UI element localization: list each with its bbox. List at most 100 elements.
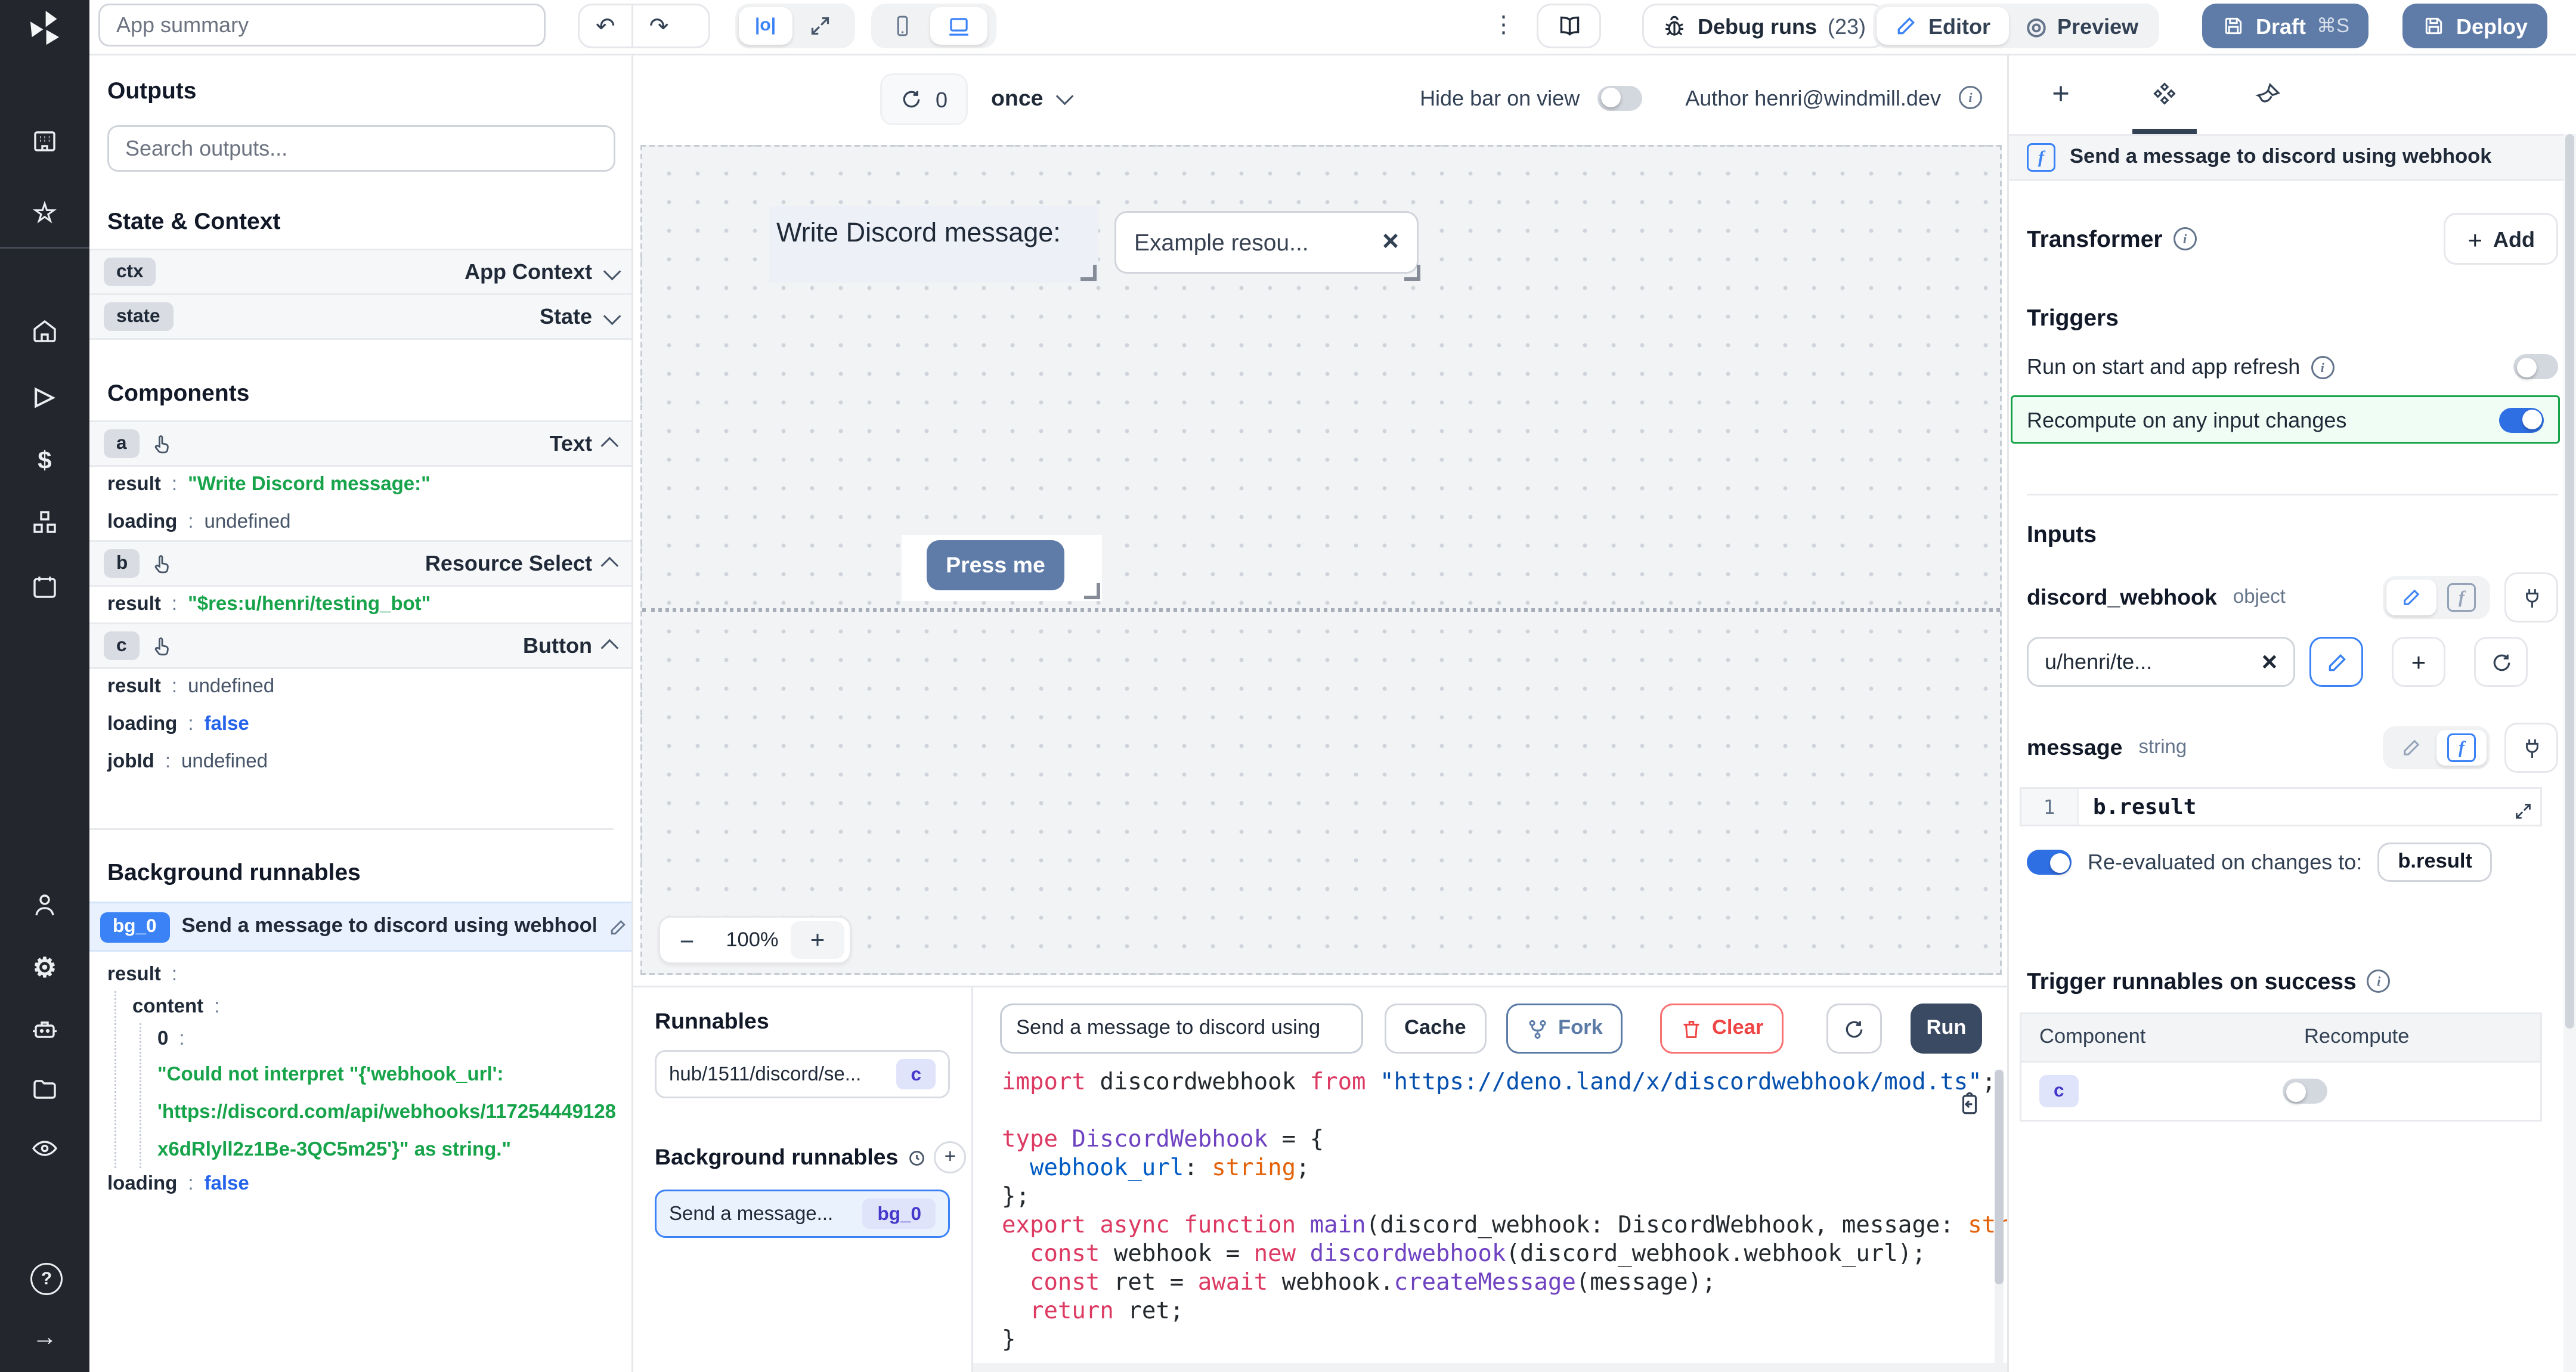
chevron-down-icon[interactable] <box>603 306 621 324</box>
right-panel-scrollbar[interactable] <box>2563 134 2576 1372</box>
app-summary-input[interactable] <box>98 4 546 47</box>
add-transformer-button[interactable]: + Add <box>2444 213 2558 265</box>
schedules-calendar-icon[interactable] <box>30 572 59 601</box>
code-line[interactable]: export async function main(discord_webho… <box>973 1213 2007 1241</box>
app-canvas[interactable]: Write Discord message: Example resou... … <box>640 145 2002 975</box>
reeval-target-badge[interactable]: b.result <box>2378 843 2492 882</box>
copy-clipboard-icon[interactable] <box>1957 1091 1982 1116</box>
hide-bar-toggle[interactable] <box>1597 85 1642 110</box>
collapse-arrow-right-icon[interactable]: → <box>30 1322 59 1351</box>
refresh-code-button[interactable] <box>1826 1004 1882 1054</box>
folders-icon[interactable] <box>30 1075 59 1104</box>
resource-select-component[interactable]: Example resou... × <box>1114 211 1419 274</box>
reeval-toggle[interactable] <box>2027 850 2072 875</box>
code-line[interactable]: import discordwebhook from "https://deno… <box>973 1070 2007 1098</box>
connect-plug-button[interactable] <box>2504 572 2558 622</box>
tab-insert-component[interactable]: + <box>2009 55 2113 134</box>
press-me-button[interactable]: Press me <box>927 540 1064 590</box>
clear-select-icon[interactable]: × <box>1382 228 1399 257</box>
code-vertical-scrollbar[interactable] <box>1995 1070 2004 1372</box>
workers-robot-icon[interactable] <box>30 1016 59 1045</box>
run-button[interactable]: Run <box>1911 1004 1982 1054</box>
chevron-down-icon[interactable] <box>603 262 621 280</box>
run-on-start-toggle[interactable] <box>2513 354 2558 379</box>
variables-dollar-icon[interactable]: $ <box>30 445 59 474</box>
expand-editor-icon[interactable] <box>2513 801 2533 821</box>
info-icon[interactable]: i <box>2367 970 2391 993</box>
fullscreen-toggle[interactable] <box>792 7 847 45</box>
draft-button[interactable]: Draft ⌘S <box>2202 4 2369 48</box>
code-horizontal-scrollbar[interactable] <box>973 1363 2007 1372</box>
frequency-select[interactable]: once <box>991 73 1070 122</box>
code-line[interactable]: const webhook = new discordwebhook(disco… <box>973 1241 2007 1270</box>
resource-select-cell[interactable]: Example resou... × <box>1114 206 1422 283</box>
resource-picker[interactable]: u/henri/te... × <box>2027 637 2295 687</box>
eval-function-toggle[interactable]: f <box>2436 580 2487 615</box>
gear-icon[interactable]: ⚙ <box>30 953 59 982</box>
search-outputs-input[interactable] <box>107 125 615 172</box>
windmill-logo-icon[interactable] <box>21 5 68 52</box>
button-component-cell[interactable]: Press me <box>902 535 1102 601</box>
docs-button[interactable] <box>1537 4 1601 48</box>
ctx-row[interactable]: ctx App Context <box>89 249 631 295</box>
clear-button[interactable]: Clear <box>1660 1004 1783 1054</box>
resize-handle[interactable] <box>1080 265 1097 281</box>
connect-plug-button[interactable] <box>2504 723 2558 773</box>
workspace-building-icon[interactable] <box>30 127 59 156</box>
chevron-up-icon[interactable] <box>601 556 619 574</box>
info-icon[interactable]: i <box>2174 227 2197 250</box>
resources-cubes-icon[interactable] <box>30 508 59 537</box>
edit-resource-button[interactable] <box>2309 637 2363 687</box>
tab-component-settings[interactable] <box>2113 55 2216 134</box>
component-row[interactable]: c Button <box>89 622 631 669</box>
undo-button[interactable]: ↶ <box>580 5 633 47</box>
text-component-cell[interactable]: Write Discord message: <box>769 206 1098 283</box>
help-icon[interactable]: ? <box>30 1263 63 1295</box>
refresh-count-button[interactable]: 0 <box>880 73 967 125</box>
info-icon[interactable]: i <box>1959 86 1982 109</box>
tab-editor[interactable]: Editor <box>1877 7 2008 45</box>
favorites-star-icon[interactable]: ☆ <box>30 199 59 227</box>
home-icon[interactable] <box>30 317 59 345</box>
bg-runnable-row[interactable]: bg_0 Send a message to discord using web… <box>89 902 631 952</box>
tab-preview[interactable]: ◎ Preview <box>2008 7 2156 45</box>
runs-play-icon[interactable]: ▷ <box>30 381 59 410</box>
text-component[interactable]: Write Discord message: <box>776 218 1061 249</box>
deploy-button[interactable]: Deploy <box>2402 4 2547 48</box>
redo-button[interactable]: ↷ <box>633 5 685 47</box>
runnable-item[interactable]: hub/1511/discord/se... c <box>655 1050 950 1098</box>
center-align-toggle[interactable]: |o| <box>739 7 792 45</box>
debug-runs-button[interactable]: Debug runs (23) <box>1642 4 1885 48</box>
user-icon[interactable] <box>30 891 59 919</box>
message-expr-editor[interactable]: 1 b.result <box>2020 787 2542 826</box>
static-pencil-toggle[interactable] <box>2386 580 2436 615</box>
bg-runnable-item[interactable]: Send a message... bg_0 <box>655 1190 950 1238</box>
component-row[interactable]: b Resource Select <box>89 540 631 587</box>
eval-function-toggle[interactable]: f <box>2436 730 2487 766</box>
recompute-toggle[interactable] <box>2499 407 2544 432</box>
code-editor[interactable]: import discordwebhook from "https://deno… <box>973 1070 2007 1372</box>
info-icon[interactable]: i <box>2311 355 2334 379</box>
tab-styling[interactable] <box>2216 55 2320 134</box>
state-row[interactable]: state State <box>89 293 631 340</box>
code-line[interactable]: } <box>973 1327 2007 1356</box>
chevron-up-icon[interactable] <box>601 638 619 656</box>
zoom-out-button[interactable]: − <box>660 926 714 955</box>
component-row[interactable]: a Text <box>89 420 631 467</box>
desktop-view-toggle[interactable] <box>930 7 987 45</box>
create-resource-button[interactable]: + <box>2392 637 2445 687</box>
add-bg-runnable-button[interactable]: + <box>934 1141 966 1173</box>
kebab-menu-icon[interactable]: ⋮ <box>1476 11 1531 39</box>
refresh-resource-button[interactable] <box>2474 637 2528 687</box>
code-line[interactable]: const ret = await webhook.createMessage(… <box>973 1270 2007 1299</box>
code-line[interactable]: return ret; <box>973 1299 2007 1327</box>
runnable-name-input[interactable] <box>1000 1004 1363 1054</box>
static-pencil-toggle[interactable] <box>2386 730 2436 766</box>
recompute-c-toggle[interactable] <box>2283 1079 2327 1104</box>
code-line[interactable]: webhook_url: string; <box>973 1156 2007 1184</box>
edit-pencil-icon[interactable] <box>608 917 628 937</box>
zoom-in-button[interactable]: + <box>791 921 844 959</box>
mobile-view-toggle[interactable] <box>875 7 930 45</box>
cache-button[interactable]: Cache <box>1385 1004 1486 1054</box>
resize-handle[interactable] <box>1404 265 1420 281</box>
